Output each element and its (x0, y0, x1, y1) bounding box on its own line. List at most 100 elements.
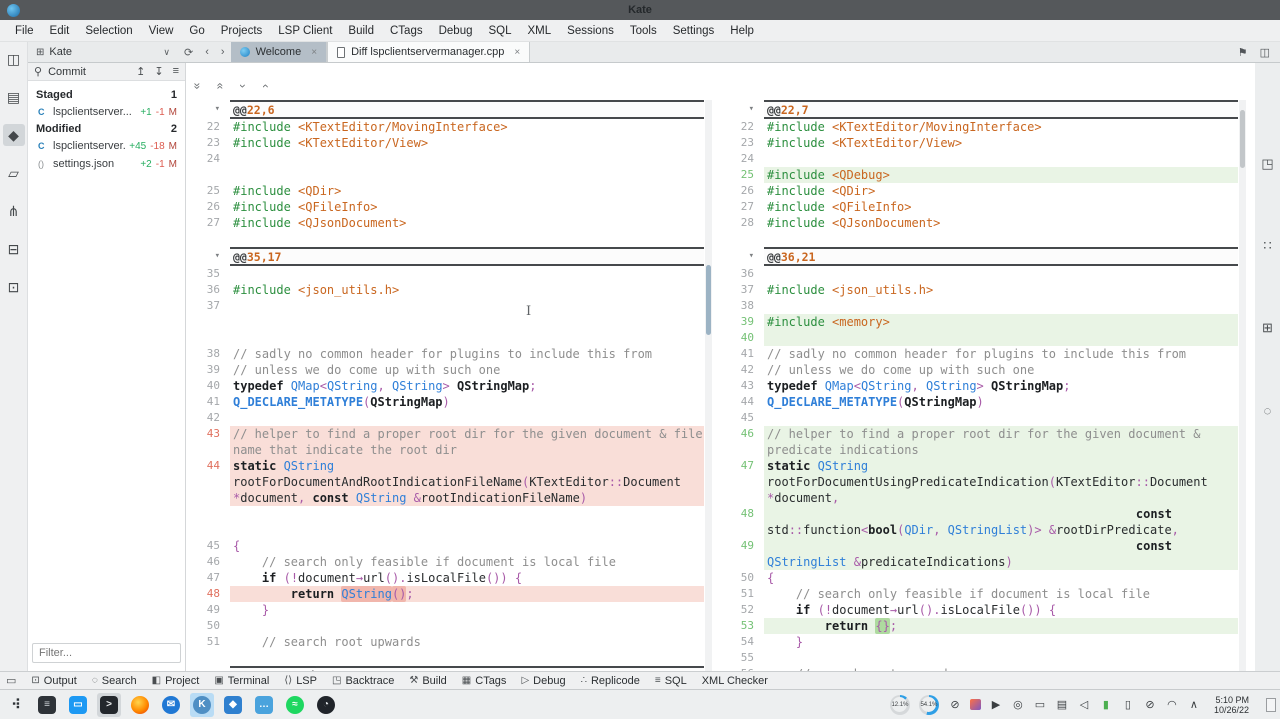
diff-code-row[interactable]: 43typedef QMap<QString, QString> QString… (720, 378, 1246, 394)
expand-all-icon[interactable]: » (190, 79, 204, 93)
git-file-row[interactable]: Clspclientserver...+1-1M (28, 103, 185, 121)
code-line[interactable]: #include <KTextEditor/MovingInterface> (230, 119, 704, 135)
line-number[interactable]: 41 (186, 394, 230, 410)
code-line[interactable] (764, 330, 1238, 346)
code-line[interactable]: // search only feasible if document is l… (764, 586, 1238, 602)
plugin-toggle-sql[interactable]: ≡SQL (655, 675, 687, 687)
code-line[interactable]: #include <QDir> (230, 183, 704, 199)
scrollbar-thumb[interactable] (706, 265, 711, 335)
line-number[interactable]: 47 (720, 458, 764, 506)
menu-item-build[interactable]: Build (341, 22, 381, 40)
code-line[interactable]: #include <KTextEditor/View> (230, 135, 704, 151)
plugin-toggle-backtrace[interactable]: ◳Backtrace (332, 675, 394, 687)
code-line[interactable]: { (764, 570, 1238, 586)
commit-button[interactable]: Commit (48, 66, 86, 78)
code-line[interactable]: #include <QDebug> (764, 167, 1238, 183)
hunk-collapse-icon[interactable]: ▾ (720, 100, 764, 119)
diff-code-row[interactable]: 23#include <KTextEditor/View> (186, 135, 712, 151)
obs-tray-icon[interactable]: ◎ (1011, 698, 1025, 711)
code-line[interactable]: // sadly no common header for plugins to… (764, 346, 1238, 362)
code-line[interactable]: if (!document→url().isLocalFile()) { (764, 602, 1238, 618)
code-line[interactable] (230, 298, 704, 314)
diff-code-row[interactable]: 36#include <json_utils.h> (186, 282, 712, 298)
code-line[interactable]: #include <memory> (764, 314, 1238, 330)
line-number[interactable]: 53 (720, 618, 764, 634)
git-file-row[interactable]: ()settings.json+2-1M (28, 155, 185, 173)
line-number[interactable]: 23 (186, 135, 230, 151)
tab-welcome[interactable]: Welcome× (231, 42, 328, 62)
menu-item-tools[interactable]: Tools (623, 22, 664, 40)
memory-gauge[interactable]: 54.1% (919, 695, 939, 715)
app-mail[interactable]: ✉ (159, 693, 183, 717)
folder-icon[interactable]: ▱ (3, 162, 25, 184)
pin-icon[interactable]: ⚑ (1238, 46, 1248, 59)
line-number[interactable]: 27 (720, 199, 764, 215)
line-number[interactable]: 25 (186, 183, 230, 199)
diff-code-row[interactable]: 23#include <KTextEditor/View> (720, 135, 1246, 151)
code-line[interactable]: // unless we do come up with such one (230, 362, 704, 378)
diff-code-row[interactable]: 49constQStringList &predicateIndications… (720, 538, 1246, 570)
app-files[interactable]: ▭ (66, 693, 90, 717)
menu-icon[interactable]: ≡ (173, 65, 179, 78)
code-line[interactable]: #include <KTextEditor/MovingInterface> (764, 119, 1238, 135)
code-line[interactable] (230, 618, 704, 634)
clipboard-icon[interactable]: ▤ (1055, 698, 1069, 711)
diff-code-row[interactable]: 41Q_DECLARE_METATYPE(QStringMap) (186, 394, 712, 410)
app-obs[interactable]: ◔ (314, 693, 338, 717)
diff-code-row[interactable]: 47static QStringrootForDocumentUsingPred… (720, 458, 1246, 506)
code-line[interactable]: } (230, 602, 704, 618)
plugin-toggle-output[interactable]: ⊡Output (31, 675, 76, 687)
line-number[interactable]: 38 (186, 346, 230, 362)
close-icon[interactable]: × (311, 47, 317, 58)
app-code[interactable]: ◆ (221, 693, 245, 717)
back-icon[interactable]: ‹ (199, 42, 215, 62)
checkout-tree-icon[interactable]: ⋔ (3, 200, 25, 222)
line-number[interactable]: 45 (720, 410, 764, 426)
menu-item-sessions[interactable]: Sessions (560, 22, 621, 40)
diff-code-row[interactable]: 53 return {}; (720, 618, 1246, 634)
display-icon[interactable]: ▭ (1033, 698, 1047, 711)
code-line[interactable]: typedef QMap<QString, QString> QStringMa… (764, 378, 1238, 394)
diff-code-row[interactable]: 44Q_DECLARE_METATYPE(QStringMap) (720, 394, 1246, 410)
diff-pane-new[interactable]: ▾@@ 22,722#include <KTextEditor/MovingIn… (720, 100, 1246, 671)
line-number[interactable]: 40 (720, 330, 764, 346)
code-line[interactable] (230, 410, 704, 426)
media-player-icon[interactable]: ▶ (989, 698, 1003, 711)
plugin-toggle-terminal[interactable]: ▣Terminal (214, 675, 269, 687)
diff-code-row[interactable]: 48 return QString(); (186, 586, 712, 602)
line-number[interactable]: 43 (720, 378, 764, 394)
line-number[interactable]: 27 (186, 215, 230, 231)
diff-code-row[interactable]: 49 } (186, 602, 712, 618)
clock[interactable]: 5:10 PM 10/26/22 (1214, 695, 1249, 715)
app-terminal[interactable]: > (97, 693, 121, 717)
line-number[interactable]: 38 (720, 298, 764, 314)
diagram-icon[interactable]: ⊡ (3, 276, 25, 298)
scrollbar-thumb[interactable] (1240, 110, 1245, 168)
menu-item-settings[interactable]: Settings (666, 22, 722, 40)
code-line[interactable]: static QStringrootForDocumentAndRootIndi… (230, 458, 704, 506)
hunk-header-row[interactable]: ▾@@ 35,17 (186, 247, 712, 266)
pull-icon[interactable]: ↧ (154, 65, 163, 78)
diff-code-row[interactable]: 25#include <QDir> (186, 183, 712, 199)
line-number[interactable]: 42 (186, 410, 230, 426)
line-number[interactable]: 55 (720, 650, 764, 666)
code-line[interactable]: #include <KTextEditor/View> (764, 135, 1238, 151)
line-number[interactable]: 50 (186, 618, 230, 634)
code-line[interactable]: constQStringList &predicateIndications) (764, 538, 1238, 570)
plugin-toggle-search[interactable]: ◌Search (92, 675, 137, 687)
split-view-icon[interactable]: ◫ (1260, 46, 1270, 59)
line-number[interactable]: 44 (720, 394, 764, 410)
diff-code-row[interactable]: 42// unless we do come up with such one (720, 362, 1246, 378)
hunk-header-row[interactable]: ▾@@ 22,6 (186, 100, 712, 119)
app-firefox[interactable] (128, 693, 152, 717)
code-line[interactable]: // helper to find a proper root dir for … (764, 426, 1238, 458)
scrollbar[interactable] (1239, 100, 1246, 671)
line-number[interactable]: 37 (186, 298, 230, 314)
line-number[interactable]: 22 (186, 119, 230, 135)
hunk-collapse-icon[interactable]: ▾ (720, 247, 764, 266)
diff-code-row[interactable]: 50{ (720, 570, 1246, 586)
code-line[interactable]: conststd::function<bool(QDir, QStringLis… (764, 506, 1238, 538)
notifications-muted-icon[interactable]: ⊘ (948, 698, 962, 711)
line-number[interactable]: 36 (186, 282, 230, 298)
forward-icon[interactable]: › (215, 42, 231, 62)
